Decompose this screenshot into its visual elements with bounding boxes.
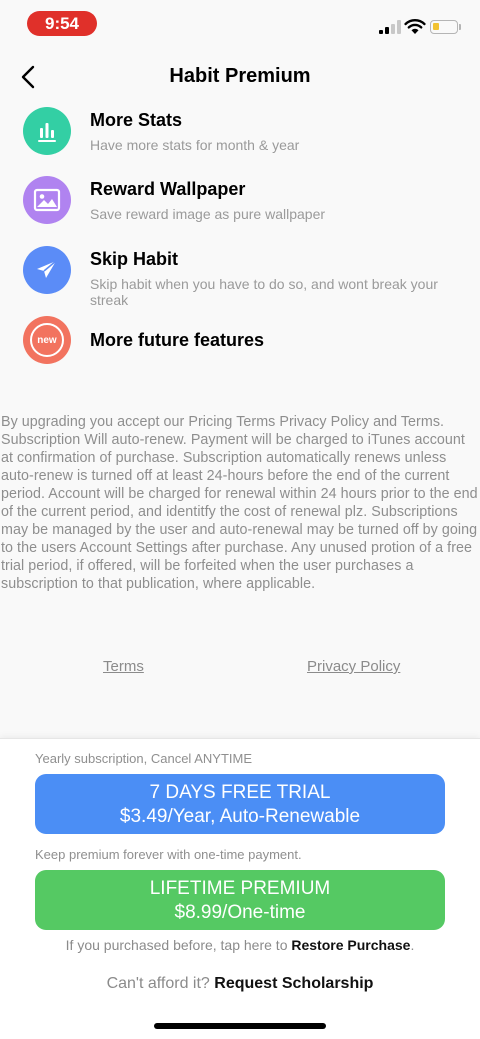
page-title: Habit Premium	[169, 65, 311, 87]
lifetime-label: LIFETIME PREMIUM	[149, 878, 331, 899]
free-trial-label: 7 DAYS FREE TRIAL	[149, 782, 331, 803]
request-scholarship-link[interactable]: Request Scholarship	[214, 975, 373, 992]
lifetime-caption: Keep premium forever with one-time payme…	[35, 847, 302, 862]
feature-title: More Stats	[90, 110, 183, 130]
feature-title: Skip Habit	[90, 249, 179, 269]
scholarship-line: Can't afford it? Request Scholarship	[0, 975, 480, 993]
feature-title: More future features	[90, 330, 265, 350]
terms-link[interactable]: Terms	[103, 658, 144, 675]
restore-line: If you purchased before, tap here to Res…	[0, 937, 480, 953]
feature-desc: Have more stats for month & year	[90, 137, 300, 153]
privacy-policy-link[interactable]: Privacy Policy	[307, 658, 400, 675]
new-badge-icon: new	[23, 316, 71, 364]
legal-text: By upgrading you accept our Pricing Term…	[1, 414, 478, 592]
paper-plane-icon	[23, 246, 71, 294]
lifetime-premium-button[interactable]: LIFETIME PREMIUM $8.99/One-time	[35, 870, 445, 930]
scholarship-prefix: Can't afford it?	[106, 975, 210, 992]
feature-desc: Skip habit when you have to do so, and w…	[90, 276, 438, 308]
home-indicator	[154, 1023, 326, 1029]
image-icon	[23, 176, 71, 224]
cellular-signal-icon	[379, 20, 401, 34]
free-trial-button[interactable]: 7 DAYS FREE TRIAL $3.49/Year, Auto-Renew…	[35, 774, 445, 834]
status-time: 9:54	[27, 11, 97, 36]
purchase-panel: Yearly subscription, Cancel ANYTIME 7 DA…	[0, 738, 480, 1039]
restore-suffix: .	[410, 937, 415, 953]
battery-icon	[430, 20, 458, 34]
bar-chart-icon	[23, 107, 71, 155]
feature-desc: Save reward image as pure wallpaper	[90, 206, 326, 222]
nav-bar: Habit Premium	[0, 56, 480, 100]
yearly-caption: Yearly subscription, Cancel ANYTIME	[35, 751, 253, 766]
status-bar: 9:54	[0, 0, 480, 48]
free-trial-price: $3.49/Year, Auto-Renewable	[119, 806, 361, 827]
feature-title: Reward Wallpaper	[90, 179, 246, 199]
restore-purchase-link[interactable]: Restore Purchase	[291, 937, 410, 953]
lifetime-price: $8.99/One-time	[174, 902, 306, 923]
wifi-icon	[404, 19, 426, 34]
new-badge-label: new	[37, 334, 57, 346]
restore-prefix: If you purchased before, tap here to	[65, 937, 288, 953]
